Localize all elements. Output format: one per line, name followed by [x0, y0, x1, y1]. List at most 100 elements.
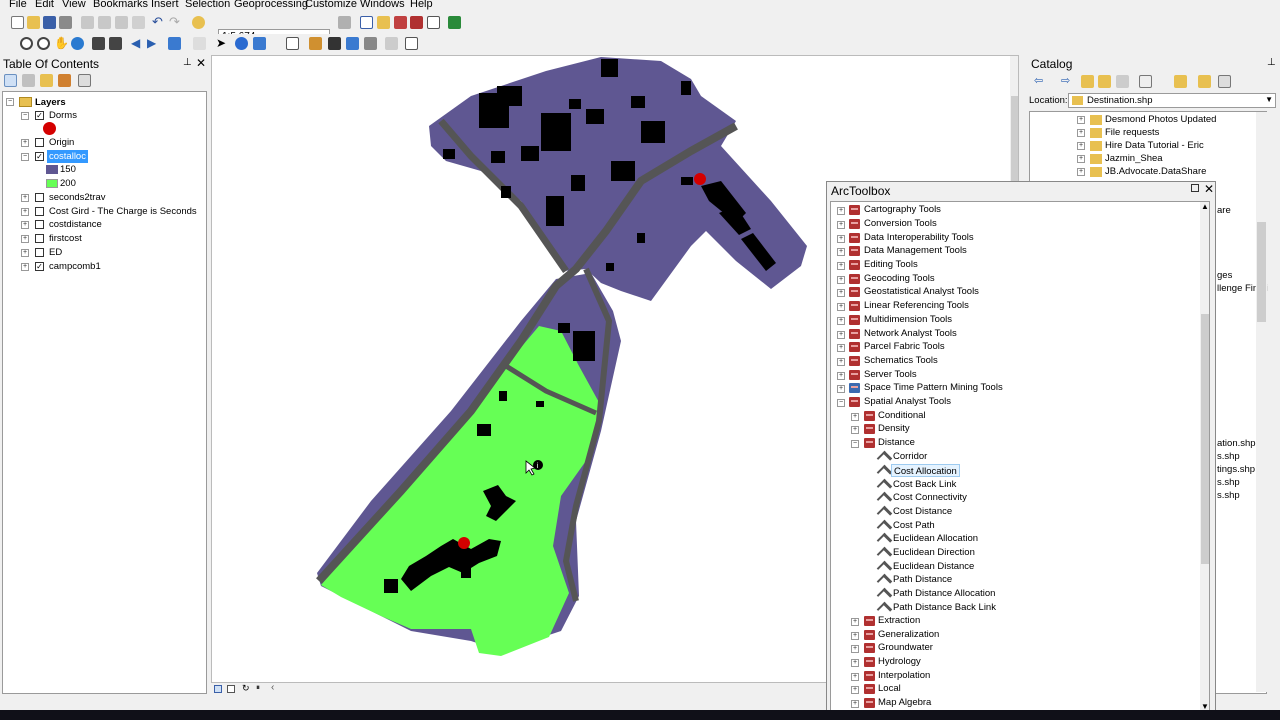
- copy-icon[interactable]: [98, 16, 111, 29]
- expand-icon[interactable]: +: [837, 385, 845, 393]
- expand-icon[interactable]: +: [1077, 116, 1085, 124]
- full-extent-icon[interactable]: [71, 37, 84, 50]
- layer-visibility-checkbox[interactable]: [35, 248, 44, 257]
- toolset-interpolation[interactable]: Interpolation: [878, 669, 930, 682]
- expand-icon[interactable]: +: [21, 221, 29, 229]
- toolbox-conversion[interactable]: Conversion Tools: [864, 217, 937, 230]
- redo-icon[interactable]: ↷: [169, 15, 182, 29]
- back-icon[interactable]: ⇦: [1034, 75, 1047, 88]
- catalog-vertical-scrollbar[interactable]: [1256, 112, 1267, 692]
- expand-icon[interactable]: +: [1077, 155, 1085, 163]
- expand-icon[interactable]: +: [837, 358, 845, 366]
- layer-visibility-checkbox[interactable]: [35, 220, 44, 229]
- new-document-icon[interactable]: [11, 16, 24, 29]
- pan-icon[interactable]: ✋: [54, 37, 69, 50]
- toolset-map-algebra[interactable]: Map Algebra: [878, 696, 931, 709]
- layer-origin[interactable]: Origin: [49, 136, 74, 149]
- tool-cost-distance[interactable]: Cost Distance: [893, 505, 952, 518]
- catalog-item[interactable]: JB.Advocate.DataShare: [1105, 165, 1206, 178]
- catalog-item[interactable]: Hire Data Tutorial - Eric: [1105, 139, 1204, 152]
- catalog-options-icon[interactable]: [1218, 75, 1231, 88]
- tool-euclidean-allocation[interactable]: Euclidean Allocation: [893, 532, 978, 545]
- list-by-visibility-icon[interactable]: [40, 74, 53, 87]
- measure-icon[interactable]: [309, 37, 322, 50]
- toolset-hydrology[interactable]: Hydrology: [878, 655, 921, 668]
- catalog-item-partial[interactable]: are: [1217, 204, 1231, 217]
- list-by-source-icon[interactable]: [22, 74, 35, 87]
- find-icon[interactable]: [328, 37, 341, 50]
- menu-windows[interactable]: Windows: [360, 0, 405, 10]
- expand-icon[interactable]: +: [851, 673, 859, 681]
- tool-euclidean-distance[interactable]: Euclidean Distance: [893, 560, 974, 573]
- collapse-icon[interactable]: −: [837, 399, 845, 407]
- delete-icon[interactable]: [132, 16, 145, 29]
- hyperlink-icon[interactable]: [253, 37, 266, 50]
- expand-icon[interactable]: +: [21, 235, 29, 243]
- python-window-icon[interactable]: [427, 16, 440, 29]
- catalog-window-icon[interactable]: [377, 16, 390, 29]
- search-window-icon[interactable]: [394, 16, 407, 29]
- catalog-item-partial[interactable]: s.shp: [1217, 476, 1240, 489]
- catalog-item-partial[interactable]: tings.shp: [1217, 463, 1255, 476]
- tool-cost-connectivity[interactable]: Cost Connectivity: [893, 491, 967, 504]
- toolbox-cartography[interactable]: Cartography Tools: [864, 203, 941, 216]
- tool-path-distance[interactable]: Path Distance: [893, 573, 952, 586]
- expand-icon[interactable]: +: [851, 700, 859, 708]
- expand-icon[interactable]: +: [851, 659, 859, 667]
- toolbox-data-interoperability[interactable]: Data Interoperability Tools: [864, 231, 974, 244]
- layer-ed[interactable]: ED: [49, 246, 62, 259]
- menu-file[interactable]: File: [9, 0, 27, 10]
- toolset-groundwater[interactable]: Groundwater: [878, 641, 933, 654]
- table-of-contents-icon[interactable]: [360, 16, 373, 29]
- tool-euclidean-direction[interactable]: Euclidean Direction: [893, 546, 975, 559]
- layer-visibility-checkbox[interactable]: [35, 193, 44, 202]
- layer-seconds2trav[interactable]: seconds2trav: [49, 191, 106, 204]
- toolbox-spatial-analyst[interactable]: Spatial Analyst Tools: [864, 395, 951, 408]
- collapse-icon[interactable]: −: [21, 153, 29, 161]
- fixed-zoom-in-icon[interactable]: [92, 37, 105, 50]
- toolbox-geostatistical[interactable]: Geostatistical Analyst Tools: [864, 285, 979, 298]
- dorm-point-south[interactable]: [458, 537, 470, 549]
- back-extent-icon[interactable]: ◀: [131, 37, 144, 50]
- zoom-out-icon[interactable]: [37, 37, 50, 50]
- expand-icon[interactable]: +: [837, 207, 845, 215]
- expand-icon[interactable]: +: [1077, 168, 1085, 176]
- expand-icon[interactable]: +: [21, 139, 29, 147]
- layer-visibility-checkbox[interactable]: [35, 207, 44, 216]
- expand-icon[interactable]: +: [837, 221, 845, 229]
- tool-corridor[interactable]: Corridor: [893, 450, 927, 463]
- save-icon[interactable]: [43, 16, 56, 29]
- expand-icon[interactable]: +: [837, 276, 845, 284]
- toolbox-server[interactable]: Server Tools: [864, 368, 917, 381]
- go-to-xy-icon[interactable]: [364, 37, 377, 50]
- html-popup-icon[interactable]: [286, 37, 299, 50]
- layer-campcomb1[interactable]: campcomb1: [49, 260, 101, 273]
- paste-icon[interactable]: [115, 16, 128, 29]
- catalog-item-partial[interactable]: ation.shp: [1217, 437, 1256, 450]
- data-view-icon[interactable]: [214, 685, 222, 693]
- layer-visibility-checkbox[interactable]: [35, 138, 44, 147]
- menu-customize[interactable]: Customize: [305, 0, 357, 10]
- maximize-icon[interactable]: [1191, 184, 1199, 192]
- new-folder-icon[interactable]: [1174, 75, 1187, 88]
- view-options-icon[interactable]: [1139, 75, 1152, 88]
- expand-icon[interactable]: +: [837, 262, 845, 270]
- menu-edit[interactable]: Edit: [35, 0, 54, 10]
- expand-icon[interactable]: +: [837, 317, 845, 325]
- toolbox-geocoding[interactable]: Geocoding Tools: [864, 272, 935, 285]
- toc-options-icon[interactable]: [78, 74, 91, 87]
- menu-help[interactable]: Help: [410, 0, 433, 10]
- toolset-extraction[interactable]: Extraction: [878, 614, 920, 627]
- menu-insert[interactable]: Insert: [151, 0, 179, 10]
- toolbox-data-management[interactable]: Data Management Tools: [864, 244, 967, 257]
- expand-icon[interactable]: +: [1077, 142, 1085, 150]
- open-folder-icon[interactable]: [27, 16, 40, 29]
- layer-dorms[interactable]: Dorms: [49, 109, 77, 122]
- location-dropdown[interactable]: Destination.shp ▼: [1068, 93, 1276, 108]
- tool-path-distance-back-link[interactable]: Path Distance Back Link: [893, 601, 996, 614]
- undo-icon[interactable]: ↶: [152, 15, 165, 29]
- pause-drawing-icon[interactable]: ⏸: [256, 683, 260, 693]
- collapse-icon[interactable]: −: [851, 440, 859, 448]
- toolbox-schematics[interactable]: Schematics Tools: [864, 354, 938, 367]
- menu-view[interactable]: View: [62, 0, 86, 10]
